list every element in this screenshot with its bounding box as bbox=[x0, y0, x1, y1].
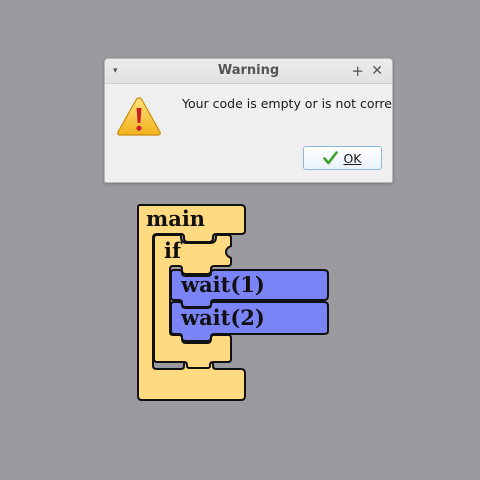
program-blocks: main if wait(1) wait(2) bbox=[137, 204, 329, 401]
statement-label: wait(1) bbox=[180, 272, 265, 297]
if-block-label: if bbox=[164, 238, 183, 263]
main-block-label: main bbox=[146, 206, 205, 231]
statement-label: wait(2) bbox=[180, 305, 265, 330]
